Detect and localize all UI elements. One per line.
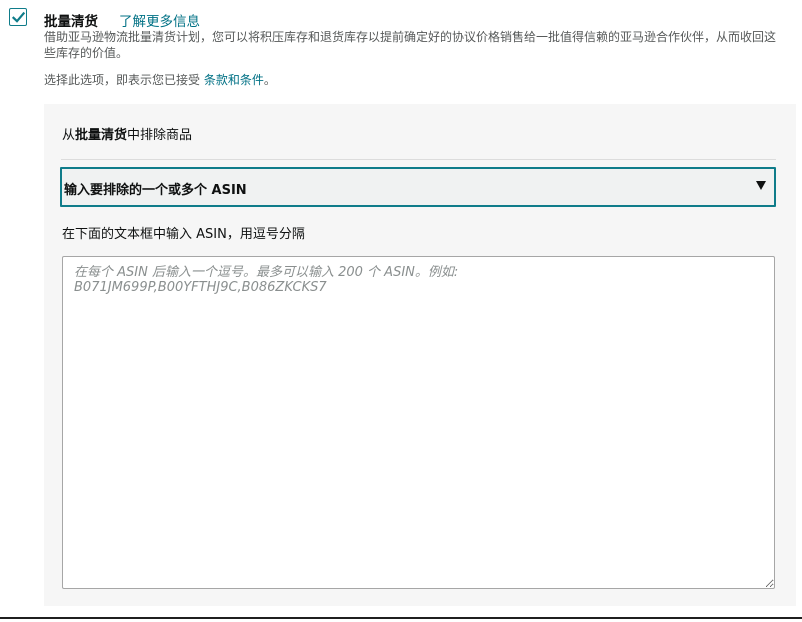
- bulk-liquidation-checkbox[interactable]: [9, 8, 27, 26]
- dropdown-selected-value: 输入要排除的一个或多个 ASIN: [64, 183, 247, 198]
- terms-acceptance-prefix: 选择此选项，即表示您已接受: [44, 73, 201, 87]
- exclusion-heading-prefix: 从: [62, 128, 76, 143]
- exclusion-method-dropdown[interactable]: 输入要排除的一个或多个 ASIN: [60, 167, 776, 207]
- bottom-border: [0, 617, 802, 619]
- exclusion-heading-program: 批量清货: [75, 128, 128, 143]
- asin-input[interactable]: [62, 256, 775, 589]
- terms-acceptance-text: 选择此选项，即表示您已接受 条款和条件。: [44, 71, 276, 88]
- checkmark-icon: [11, 11, 26, 23]
- exclusion-heading: 从批量清货中排除商品: [62, 124, 192, 143]
- dropdown-arrow-icon: [756, 181, 766, 190]
- option-title: 批量清货: [44, 14, 98, 30]
- exclusion-heading-suffix: 中排除商品: [127, 128, 193, 143]
- panel-divider: [61, 159, 776, 160]
- asin-instruction: 在下面的文本框中输入 ASIN，用逗号分隔: [62, 227, 305, 242]
- terms-acceptance-suffix: 。: [263, 73, 276, 87]
- learn-more-link[interactable]: 了解更多信息: [119, 10, 200, 30]
- terms-link[interactable]: 条款和条件: [204, 73, 264, 87]
- option-description: 借助亚马逊物流批量清货计划，您可以将积压库存和退货库存以提前确定好的协议价格销售…: [44, 30, 777, 60]
